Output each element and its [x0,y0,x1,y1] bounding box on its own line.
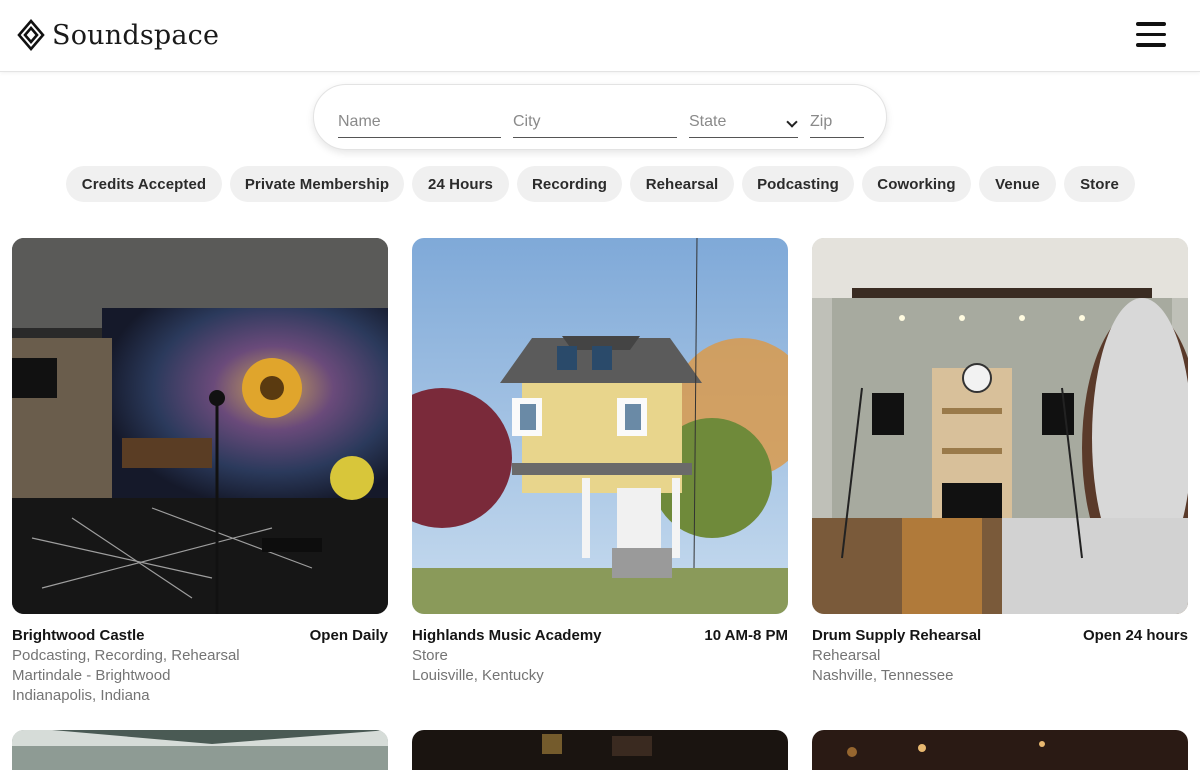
filter-chip-venue[interactable]: Venue [979,166,1056,202]
listing-categories: Rehearsal [812,647,881,664]
listing-location: Louisville, Kentucky [412,667,544,684]
city-input[interactable] [513,109,677,135]
listing-photo-house[interactable] [412,238,788,614]
listing-hours: Open Daily [309,627,388,644]
zip-field[interactable] [810,109,864,138]
listing-location: Indianapolis, Indiana [12,687,150,704]
state-select-label: State [689,113,727,130]
name-field[interactable] [338,109,501,138]
listing-card-partial[interactable] [412,730,788,770]
listing-categories: Store [412,647,448,664]
hamburger-menu-icon[interactable] [1136,22,1168,50]
top-navigation-bar: Soundspace [0,0,1200,72]
listing-name[interactable]: Drum Supply Rehearsal [812,627,981,644]
filter-chip-row: Credits Accepted Private Membership 24 H… [0,166,1200,202]
filter-chip-24-hours[interactable]: 24 Hours [412,166,509,202]
listing-categories: Podcasting, Recording, Rehearsal [12,647,240,664]
brand-logo[interactable]: Soundspace [16,18,219,52]
listing-photo-studio[interactable] [12,238,388,614]
listing-name[interactable]: Brightwood Castle [12,627,145,644]
listing-photo-rehearsal-room[interactable] [812,238,1188,614]
diamond-logo-icon [17,19,45,51]
filter-chip-private-membership[interactable]: Private Membership [230,166,404,202]
chevron-down-icon [786,116,798,128]
filter-chip-store[interactable]: Store [1064,166,1135,202]
filter-chip-recording[interactable]: Recording [517,166,622,202]
listing-card[interactable]: Highlands Music Academy 10 AM-8 PM Store… [412,238,788,684]
listing-header: Drum Supply Rehearsal Open 24 hours [812,627,1188,644]
listing-location: Nashville, Tennessee [812,667,954,684]
search-bar: State [313,84,887,150]
state-select[interactable]: State [689,109,798,138]
brand-name: Soundspace [52,19,220,51]
listing-card[interactable]: Drum Supply Rehearsal Open 24 hours Rehe… [812,238,1188,684]
filter-chip-credits-accepted[interactable]: Credits Accepted [66,166,222,202]
filter-chip-coworking[interactable]: Coworking [862,166,971,202]
zip-input[interactable] [810,109,864,135]
listing-neighborhood: Martindale - Brightwood [12,667,171,684]
filter-chip-podcasting[interactable]: Podcasting [742,166,854,202]
listing-header: Brightwood Castle Open Daily [12,627,388,644]
listing-hours: 10 AM-8 PM [704,627,788,644]
city-field[interactable] [513,109,677,138]
listing-card-partial[interactable] [12,730,388,770]
listing-card[interactable]: Brightwood Castle Open Daily Podcasting,… [12,238,388,704]
filter-chip-rehearsal[interactable]: Rehearsal [630,166,734,202]
listing-name[interactable]: Highlands Music Academy [412,627,602,644]
name-input[interactable] [338,109,501,135]
listing-header: Highlands Music Academy 10 AM-8 PM [412,627,788,644]
listing-card-partial[interactable] [812,730,1188,770]
listing-hours: Open 24 hours [1082,627,1188,644]
